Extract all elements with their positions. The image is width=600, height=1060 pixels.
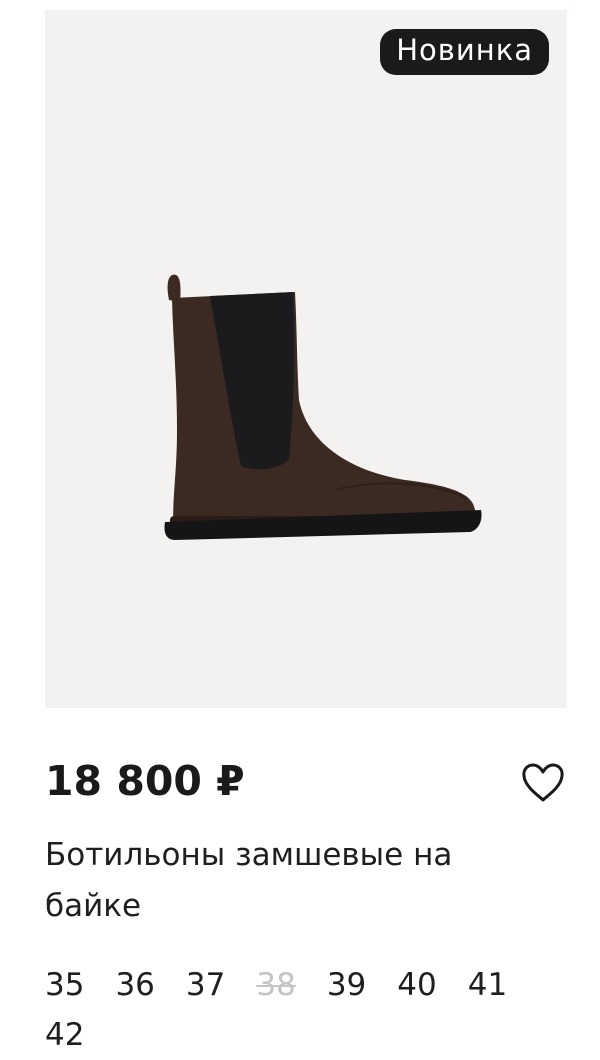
size-option[interactable]: 40 [397, 960, 436, 1010]
product-title[interactable]: Ботильоны замшевые на байке [45, 830, 545, 932]
size-option[interactable]: 41 [468, 960, 507, 1010]
size-option[interactable]: 35 [45, 960, 84, 1010]
size-option[interactable]: 36 [115, 960, 154, 1010]
size-option[interactable]: 39 [327, 960, 366, 1010]
boot-image [164, 274, 482, 540]
favorite-button[interactable] [520, 762, 566, 804]
heart-outline-icon [522, 763, 564, 802]
product-price: 18 800 ₽ [45, 757, 245, 805]
size-option[interactable]: 42 [45, 1010, 84, 1060]
size-option[interactable]: 37 [186, 960, 225, 1010]
product-card[interactable]: Новинка 18 800 ₽ Ботильоны замшевые на б… [0, 0, 600, 1060]
size-list: 35 36 37 38 39 40 41 42 [45, 960, 585, 1060]
size-option-unavailable: 38 [256, 967, 296, 1003]
new-badge: Новинка [380, 29, 549, 75]
product-image[interactable]: Новинка [45, 10, 567, 708]
